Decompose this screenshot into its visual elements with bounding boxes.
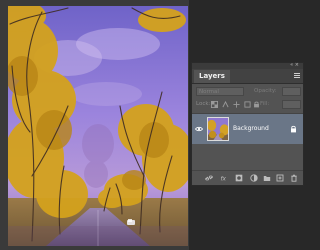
group-icon[interactable] bbox=[263, 174, 271, 182]
lock-image-pixels-icon[interactable] bbox=[222, 101, 229, 108]
lock-icon bbox=[291, 125, 296, 133]
document-canvas[interactable] bbox=[0, 0, 189, 250]
fill-label: Fill: bbox=[260, 101, 270, 107]
eye-icon[interactable] bbox=[195, 125, 203, 133]
photoshop-workspace: « × Layers Normal Opacity: Lock: Fill: B… bbox=[0, 0, 307, 250]
lock-transparent-pixels-icon[interactable] bbox=[211, 101, 218, 108]
layers-panel: « × Layers Normal Opacity: Lock: Fill: B… bbox=[191, 62, 304, 186]
new-layer-icon[interactable] bbox=[276, 174, 284, 182]
fill-field[interactable] bbox=[282, 100, 301, 109]
opacity-field[interactable] bbox=[282, 87, 301, 96]
layer-list: Background bbox=[192, 113, 303, 172]
lock-all-icon[interactable] bbox=[253, 101, 260, 108]
blend-mode-select[interactable]: Normal bbox=[196, 87, 244, 96]
collapse-icon[interactable]: « × bbox=[290, 62, 299, 68]
canvas-image[interactable] bbox=[8, 6, 188, 246]
trash-icon[interactable] bbox=[290, 174, 298, 182]
mask-icon[interactable] bbox=[235, 174, 243, 182]
layer-row-background[interactable]: Background bbox=[192, 114, 303, 144]
layer-thumbnail bbox=[207, 117, 229, 141]
layers-bottom-bar: fx bbox=[192, 170, 303, 185]
lock-label: Lock: bbox=[196, 101, 211, 107]
fx-icon[interactable]: fx bbox=[220, 174, 228, 183]
blend-row: Normal Opacity: bbox=[192, 86, 303, 98]
tabs-row: Layers bbox=[192, 69, 303, 84]
adjustment-layer-icon[interactable] bbox=[250, 174, 258, 182]
lock-artboard-icon[interactable] bbox=[244, 101, 251, 108]
layer-name[interactable]: Background bbox=[233, 125, 269, 132]
lock-position-icon[interactable] bbox=[233, 101, 240, 108]
link-layers-icon[interactable] bbox=[205, 174, 213, 182]
lock-row: Lock: Fill: bbox=[192, 99, 303, 111]
svg-text:fx: fx bbox=[221, 177, 227, 183]
panel-menu-icon[interactable] bbox=[294, 73, 300, 79]
opacity-label: Opacity: bbox=[254, 88, 277, 94]
tab-layers[interactable]: Layers bbox=[194, 70, 230, 83]
